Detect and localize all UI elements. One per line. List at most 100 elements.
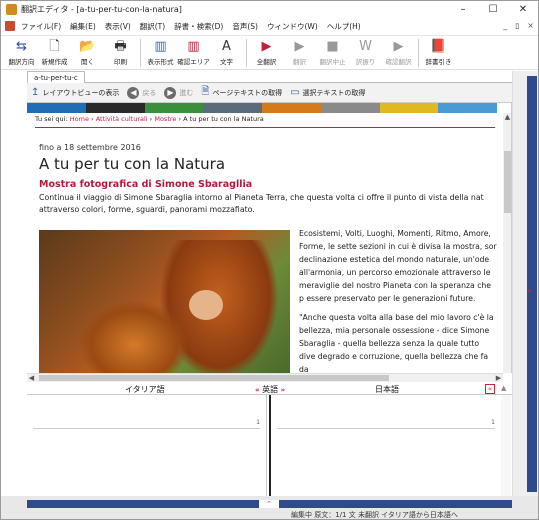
translation-scrollbar[interactable] [501,395,511,496]
row-line [33,428,260,429]
page-subtitle: Mostra fotografica di Simone Sbaragllia [39,179,253,190]
scroll-up-icon[interactable]: ▲ [503,113,511,122]
color-segment [85,103,145,113]
toolbar-button[interactable]: W 訳振り [349,36,382,69]
translation-header: イタリア語 « 英語 » 日本語 « ▲ [27,383,512,395]
page-vertical-scrollbar[interactable]: ▲ [503,113,511,373]
minimize-button[interactable]: – [448,1,478,18]
toolbar-icon: 🖶 [114,39,127,54]
color-segment [203,103,262,113]
page-title: A tu per tu con la Natura [39,155,226,173]
scroll-thumb[interactable] [39,375,389,381]
toolbar-separator [418,39,419,67]
collapse-left-icon[interactable]: « [255,386,260,394]
japanese-column-header: 日本語 [375,385,399,394]
toolbar-button[interactable]: A 文字 [210,36,243,69]
color-segment [438,103,497,113]
menu-item[interactable]: ヘルプ(H) [327,21,361,32]
scroll-left-icon[interactable]: ◀ [27,374,36,382]
toolbar-button[interactable]: ▥ 確認エリア [177,36,210,69]
toolbar-button[interactable]: 📕 辞書引き [422,36,455,69]
japanese-collapse-button[interactable]: « [485,384,495,394]
toolbar-label: 文字 [220,58,233,66]
toolbar-label: 翻訳中止 [319,58,346,66]
article-body: Ecosistemi, Volti, Luoghi, Momenti, Ritm… [299,227,497,373]
menu-item[interactable]: 音声(S) [232,21,258,32]
toolbar-button[interactable]: ▥ 表示形式 [144,36,177,69]
color-segment [379,103,439,113]
breadcrumb-home[interactable]: Home [70,115,89,123]
mdi-close-button[interactable]: × [527,21,534,32]
row-number: 1 [491,419,495,426]
toolbar-separator [246,39,247,67]
menu-items: ファイル(F) 編集(E) 表示(V) 翻訳(T) 辞書・検索(D) 音声(S) ウィンドウ… [21,21,361,32]
color-segment [144,103,204,113]
toolbar-label: 新規作成 [41,58,68,66]
layout-view-label: レイアウトビューの表示 [42,88,120,97]
back-label: 戻る [142,88,157,97]
page-text-icon: 🗎 [201,86,210,97]
toolbar-icon: 📕 [430,39,447,54]
mdi-restore-button[interactable]: ﾛ [515,21,519,32]
menu-item[interactable]: 表示(V) [105,21,131,32]
page-horizontal-scrollbar[interactable]: ◀ ▶ [27,373,503,382]
breadcrumb-mostre[interactable]: Mostre [154,115,176,123]
splitter-grip-icon[interactable]: ⌃ [259,500,279,508]
scroll-right-icon[interactable]: ▶ [494,374,503,382]
toolbar-button[interactable]: 🖶 印刷 [104,36,137,69]
site-color-strip [27,103,497,113]
breadcrumb-attivita[interactable]: Attività culturali [96,115,148,123]
italian-source-column[interactable]: 1 [27,395,267,496]
translation-area[interactable]: 1 1 [27,395,512,496]
mdi-minimize-button[interactable]: _ [503,21,507,32]
menu-item[interactable]: ウィンドウ(W) [267,21,318,32]
toolbar-button[interactable]: ▶ 翻訳 [283,36,316,69]
forward-button[interactable]: ▶ 進む [164,86,193,99]
menu-item[interactable]: 編集(E) [70,21,96,32]
get-page-text-button[interactable]: 🗎 ページテキストの取得 [201,84,282,101]
maximize-button[interactable]: ☐ [478,1,508,18]
layout-view-button[interactable]: ↥ レイアウトビューの表示 [31,87,119,98]
toolbar-button[interactable]: ▶ 確認翻訳 [382,36,415,69]
close-button[interactable]: ✕ [508,1,538,18]
right-dock [512,71,538,496]
collapse-right-icon[interactable]: » [281,386,286,394]
scroll-thumb[interactable] [504,151,511,213]
dock-collapse-icon[interactable]: « [527,287,532,295]
color-segment [262,103,321,113]
toolbar-separator [140,39,141,67]
toolbar-icon: 📂 [79,39,96,54]
row-number: 1 [256,419,260,426]
english-label: 英語 [262,385,279,394]
panel-splitter[interactable]: ⌃ [27,500,512,508]
window-title: 翻訳エディタ - [a-tu-per-tu-con-la-natura] [21,5,182,14]
orangutan-photo [39,230,290,373]
toolbar-button[interactable]: ■ 翻訳中止 [316,36,349,69]
document-tab-bar: a-tu-per-tu-c [27,71,512,83]
translation-scroll-up-icon[interactable]: ▲ [501,384,506,392]
app-icon [6,4,17,15]
forward-arrow-icon: ▶ [164,86,177,99]
toolbar-button[interactable]: 📂 開く [71,36,104,69]
toolbar-label: 確認エリア [177,58,210,66]
menu-item[interactable]: ファイル(F) [21,21,61,32]
toolbar-button[interactable]: 🗋 新規作成 [38,36,71,69]
get-selected-text-button[interactable]: ▭ 選択テキストの取得 [290,87,365,98]
dock-bar[interactable] [527,76,537,492]
toolbar-button[interactable]: ⇆ 翻訳方向 [5,36,38,69]
left-gutter [1,71,27,496]
japanese-translation-column[interactable]: 1 [271,395,501,496]
web-page-view[interactable]: Tu sei qui: Home › Attività culturali › … [27,103,512,373]
menu-item[interactable]: 翻訳(T) [140,21,165,32]
toolbar-label: 全翻訳 [256,58,277,66]
get-selected-text-label: 選択テキストの取得 [302,88,366,97]
intro-text: Continua il viaggio di Simone Sbaraglia … [39,193,484,214]
color-segment [320,103,380,113]
tab-document[interactable]: a-tu-per-tu-c [27,71,85,83]
arrow-up-icon: ↥ [31,87,40,98]
toolbar-button[interactable]: ▶ 全翻訳 [250,36,283,69]
menu-item[interactable]: 辞書・検索(D) [174,21,223,32]
back-button[interactable]: ◀ 戻る [127,86,157,99]
english-column-header: « 英語 » [255,384,285,395]
toolbar-icon: ▶ [294,39,305,54]
